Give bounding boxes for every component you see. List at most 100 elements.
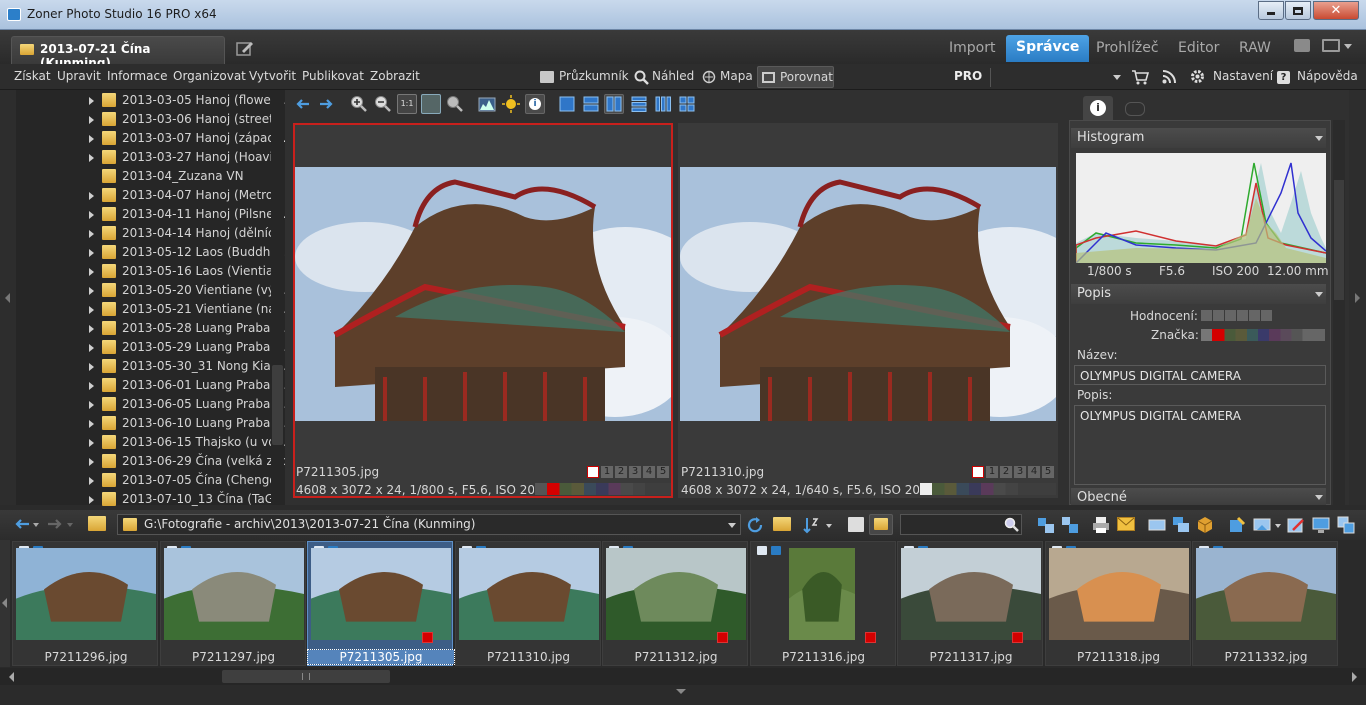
tree-scrollbar[interactable] — [271, 90, 284, 505]
filmstrip-scroll-left[interactable] — [0, 540, 10, 667]
forward-arrow-icon[interactable] — [316, 94, 336, 114]
layout-vertical-button[interactable] — [604, 94, 624, 114]
batch-edit-icon[interactable] — [1228, 516, 1246, 534]
thumbnail[interactable]: P7211296.jpg — [12, 541, 158, 666]
info-tab[interactable]: i — [1083, 96, 1113, 120]
tab-spravce[interactable]: Správce — [1006, 35, 1090, 62]
tree-item[interactable]: 2013-03-05 Hanoj (flower ... — [0, 91, 291, 110]
expand-arrow-icon[interactable] — [89, 420, 94, 428]
tree-item[interactable]: 2013-05-30_31 Nong Kiaw... — [0, 357, 291, 376]
compare-pane-right[interactable]: P7211310.jpg 1 2 3 4 5 4608 x 3072 x 24,… — [678, 123, 1058, 498]
thumbnail[interactable]: P7211316.jpg — [749, 541, 896, 666]
tab-raw[interactable]: RAW — [1239, 40, 1271, 56]
info-toggle-button[interactable]: i — [525, 94, 545, 114]
raw-jpg-filter-icon[interactable] — [848, 517, 864, 532]
edit-tab-icon[interactable] — [236, 40, 254, 56]
export-icon[interactable] — [1253, 516, 1271, 534]
rss-icon[interactable] — [1162, 70, 1176, 84]
tree-item[interactable]: 2013-06-05 Luang Praban... — [0, 395, 289, 414]
layout-rows-icon[interactable] — [629, 94, 649, 114]
filmstrip-scroll-thumb[interactable] — [222, 670, 390, 683]
zoom-in-icon[interactable] — [349, 94, 369, 114]
left-rating-stars[interactable]: 1 2 3 4 5 — [587, 466, 669, 478]
color-tag-selector[interactable] — [1201, 329, 1325, 341]
tree-item[interactable]: 2013-05-12 Laos (Buddha ... — [0, 243, 293, 262]
highlight-warning-icon[interactable] — [501, 94, 521, 114]
tree-item[interactable]: 2013-03-07 Hanoj (západ ... — [0, 129, 290, 148]
histogram-section-header[interactable]: Histogram — [1071, 128, 1326, 148]
expand-bottom-icon[interactable] — [676, 689, 686, 694]
back-arrow-icon[interactable] — [293, 94, 313, 114]
right-rating-stars[interactable]: 1 2 3 4 5 — [972, 466, 1054, 478]
fit-to-window-icon[interactable] — [421, 94, 441, 114]
windows-icon[interactable] — [1172, 516, 1190, 534]
compare-view-button[interactable]: Porovnat — [757, 66, 834, 88]
help-topbar-icon[interactable] — [1294, 39, 1310, 52]
expand-arrow-icon[interactable] — [89, 135, 94, 143]
menu-zobrazit[interactable]: Zobrazit — [370, 69, 420, 83]
menu-ziskat[interactable]: Získat — [14, 69, 51, 83]
thumbnail[interactable]: P7211297.jpg — [159, 541, 306, 666]
move-to-icon[interactable] — [1061, 516, 1079, 534]
email-icon[interactable] — [1117, 517, 1135, 531]
chevron-down-icon[interactable] — [1344, 44, 1352, 49]
menu-informace[interactable]: Informace — [107, 69, 167, 83]
expand-arrow-icon[interactable] — [89, 325, 94, 333]
expand-arrow-icon[interactable] — [89, 496, 94, 504]
tree-item[interactable]: 2013-05-21 Vientiane (náb... — [0, 300, 295, 319]
tree-item[interactable]: 2013-04_Zuzana VN — [0, 167, 270, 186]
thumbnail[interactable]: P7211312.jpg — [602, 541, 748, 666]
path-field[interactable]: G:\Fotografie - archiv\2013\2013-07-21 Č… — [117, 514, 741, 535]
tree-item[interactable]: 2013-05-16 Laos (Vientian... — [0, 262, 292, 281]
layout-horizontal-icon[interactable] — [581, 94, 601, 114]
expand-arrow-icon[interactable] — [89, 230, 94, 238]
expand-arrow-icon[interactable] — [89, 116, 94, 124]
menu-publikovat[interactable]: Publikovat — [302, 69, 364, 83]
thumbnail[interactable]: P7211305.jpg — [307, 541, 468, 666]
maximize-button[interactable] — [1285, 1, 1311, 20]
chevron-down-icon[interactable] — [33, 523, 39, 527]
menu-organizovat[interactable]: Organizovat — [173, 69, 246, 83]
expand-arrow-icon[interactable] — [89, 287, 94, 295]
compare-pane-left[interactable]: P7211305.jpg 1 2 3 4 5 4608 x 3072 x 24,… — [293, 123, 673, 498]
tree-item[interactable]: 2013-04-07 Hanoj (Metro... — [0, 186, 284, 205]
description-field[interactable]: OLYMPUS DIGITAL CAMERA — [1074, 405, 1326, 485]
chevron-down-icon[interactable] — [728, 523, 736, 528]
info-panel-scrollbar[interactable] — [1333, 120, 1345, 505]
general-section-header[interactable]: Obecné — [1071, 488, 1326, 505]
tree-item[interactable]: 2013-03-27 Hanoj (Hoavie... — [0, 148, 292, 167]
edit-image-icon[interactable] — [1287, 516, 1305, 534]
tree-item[interactable]: 2013-07-10_13 Čína (TaGo... — [0, 490, 293, 509]
tree-item[interactable]: 2013-06-01 Luang Praban... — [0, 376, 289, 395]
slideshow-icon[interactable] — [1148, 516, 1166, 534]
tree-item[interactable]: 2013-04-14 Hanoj (dělníci) — [0, 224, 283, 243]
filmstrip-scrollbar[interactable] — [0, 668, 1366, 685]
name-field[interactable]: OLYMPUS DIGITAL CAMERA — [1074, 365, 1326, 385]
tab-prohlizec[interactable]: Prohlížeč — [1096, 40, 1159, 56]
help-link[interactable]: Nápověda — [1297, 69, 1358, 83]
scroll-right-icon[interactable] — [1352, 672, 1357, 682]
actual-size-icon[interactable]: 1:1 — [397, 94, 417, 114]
refresh-icon[interactable] — [746, 516, 764, 534]
thumbnail[interactable]: P7211317.jpg — [897, 541, 1043, 666]
cart-icon[interactable] — [1131, 69, 1149, 85]
left-color-tags[interactable] — [535, 483, 671, 495]
map-view-button[interactable]: Mapa — [701, 68, 753, 87]
menu-vytvorit[interactable]: Vytvořit — [249, 69, 296, 83]
sort-icon[interactable] — [803, 516, 819, 534]
zoom-loupe-icon[interactable] — [445, 94, 465, 114]
histogram-tool-icon[interactable] — [477, 94, 497, 114]
zoom-out-icon[interactable] — [373, 94, 393, 114]
compare-stack-icon[interactable] — [1337, 516, 1355, 534]
expand-arrow-icon[interactable] — [89, 97, 94, 105]
thumbnail[interactable]: P7211310.jpg — [454, 541, 601, 666]
tree-item[interactable]: 2013-05-28 Luang Praban... — [0, 319, 289, 338]
dropdown-arrow-icon[interactable] — [1113, 75, 1121, 80]
tools-tab-icon[interactable] — [1125, 102, 1145, 116]
search-field[interactable] — [990, 68, 1105, 87]
expand-arrow-icon[interactable] — [89, 249, 94, 257]
expand-arrow-icon[interactable] — [89, 192, 94, 200]
print-icon[interactable] — [1092, 516, 1110, 534]
layout-single-icon[interactable] — [557, 94, 577, 114]
tree-item[interactable]: 2013-07-05 Čína (Chengdu) — [0, 471, 289, 490]
